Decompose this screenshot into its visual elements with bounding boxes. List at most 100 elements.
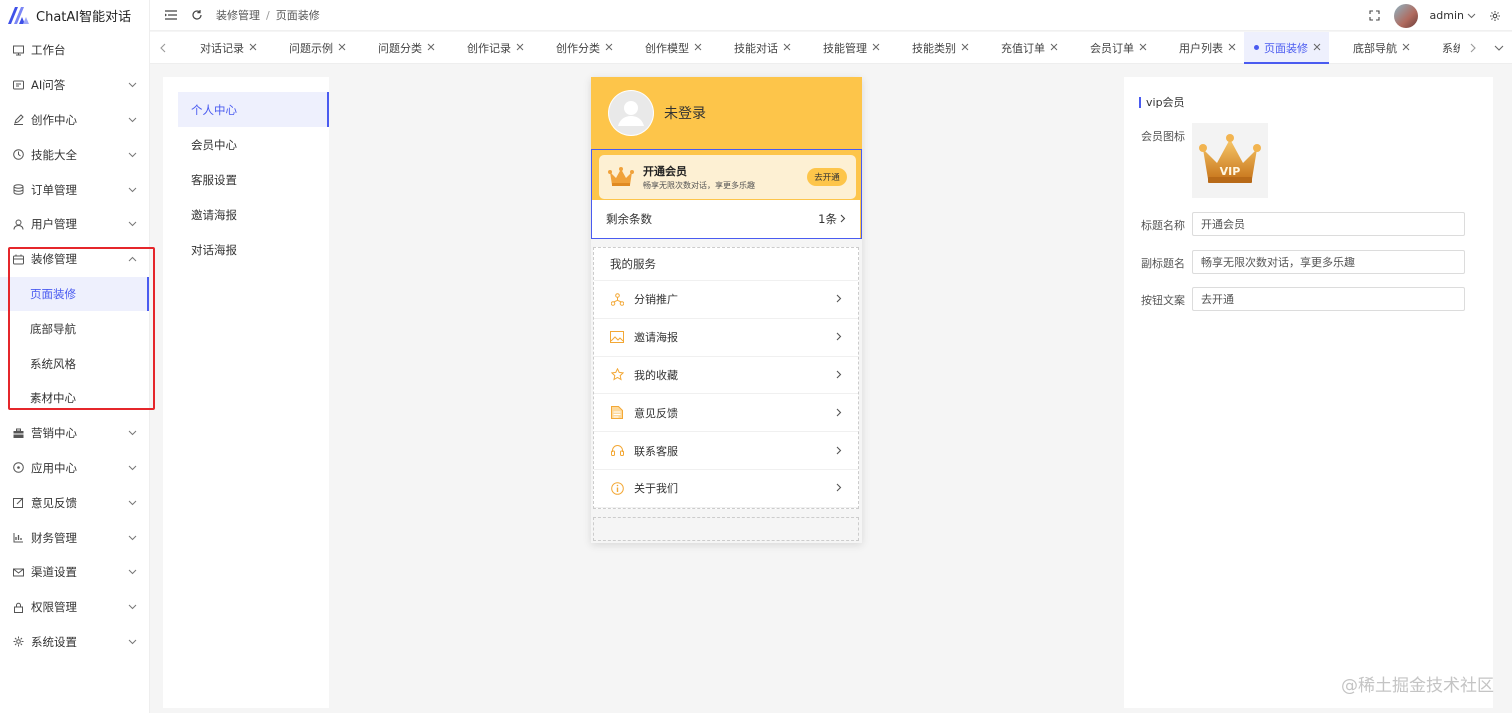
close-icon[interactable] bbox=[961, 41, 969, 54]
tab[interactable]: 创作分类 bbox=[532, 32, 621, 64]
tab[interactable]: 底部导航 bbox=[1329, 32, 1418, 64]
breadcrumb-item[interactable]: 装修管理 bbox=[216, 7, 260, 23]
sidebar-subitem[interactable]: 底部导航 bbox=[0, 311, 149, 346]
remaining-count-label: 剩余条数 bbox=[606, 212, 652, 226]
close-icon[interactable] bbox=[516, 41, 524, 54]
service-item[interactable]: 意见反馈 bbox=[594, 394, 858, 433]
sidebar-item-label: 意见反馈 bbox=[31, 495, 77, 510]
remaining-count-row[interactable]: 剩余条数 1条 bbox=[592, 200, 860, 238]
close-icon[interactable] bbox=[1050, 41, 1058, 54]
close-icon[interactable] bbox=[872, 41, 880, 54]
chevron-down-icon bbox=[127, 463, 137, 473]
finance-icon bbox=[12, 532, 24, 544]
monitor-icon bbox=[12, 44, 24, 56]
tab[interactable]: 技能类别 bbox=[888, 32, 977, 64]
tab[interactable]: 页面装修 bbox=[1244, 31, 1329, 64]
tab[interactable]: 问题分类 bbox=[354, 32, 443, 64]
phone-header[interactable]: 未登录 bbox=[591, 77, 862, 149]
services-title: 我的服务 bbox=[594, 248, 858, 281]
close-icon[interactable] bbox=[694, 41, 702, 54]
tab[interactable]: 充值订单 bbox=[977, 32, 1066, 64]
sidebar-item[interactable]: 渠道设置 bbox=[0, 555, 149, 590]
tab[interactable]: 创作记录 bbox=[443, 32, 532, 64]
phone-bottom-slot[interactable] bbox=[593, 517, 859, 541]
sidebar-item[interactable]: 意见反馈 bbox=[0, 485, 149, 520]
service-label: 关于我们 bbox=[634, 482, 678, 496]
sidebar-item-label: 应用中心 bbox=[31, 460, 77, 475]
chevron-down-icon bbox=[127, 567, 137, 577]
star-icon bbox=[610, 368, 624, 382]
service-item[interactable]: 关于我们 bbox=[594, 470, 858, 508]
page-list-item[interactable]: 会员中心 bbox=[163, 127, 329, 162]
vip-card[interactable]: 开通会员 畅享无限次数对话，享更多乐趣 去开通 bbox=[599, 155, 856, 199]
tab[interactable]: 问题示例 bbox=[265, 32, 354, 64]
fullscreen-icon[interactable] bbox=[1368, 9, 1382, 23]
service-item[interactable]: 联系客服 bbox=[594, 432, 858, 470]
image-icon bbox=[610, 330, 624, 344]
gear-icon[interactable] bbox=[1488, 9, 1502, 23]
sidebar-item[interactable]: 权限管理 bbox=[0, 590, 149, 625]
sidebar-subitem[interactable]: 素材中心 bbox=[0, 381, 149, 416]
sidebar-item[interactable]: AI问答 bbox=[0, 68, 149, 103]
tab[interactable]: 创作模型 bbox=[621, 32, 710, 64]
sidebar-item[interactable]: 创作中心 bbox=[0, 103, 149, 138]
login-text[interactable]: 未登录 bbox=[664, 103, 706, 123]
page-list-item[interactable]: 个人中心 bbox=[178, 92, 329, 127]
active-dot bbox=[1254, 45, 1259, 50]
refresh-icon[interactable] bbox=[190, 8, 204, 22]
tab-label: 创作分类 bbox=[556, 41, 600, 55]
tabs-more-button[interactable] bbox=[1486, 32, 1512, 64]
vip-crown-icon: VIP bbox=[1199, 133, 1261, 183]
tab-label: 用户列表 bbox=[1179, 41, 1223, 55]
page-list-item[interactable]: 对话海报 bbox=[163, 232, 329, 267]
sidebar-item[interactable]: 订单管理 bbox=[0, 172, 149, 207]
subtitle-input[interactable] bbox=[1192, 250, 1465, 274]
tab[interactable]: 技能管理 bbox=[799, 32, 888, 64]
sidebar-item[interactable]: 技能大全 bbox=[0, 137, 149, 172]
tab[interactable]: 会员订单 bbox=[1066, 32, 1155, 64]
sidebar-item[interactable]: 营销中心 bbox=[0, 416, 149, 451]
close-icon[interactable] bbox=[1228, 41, 1236, 54]
close-icon[interactable] bbox=[1139, 41, 1147, 54]
tab[interactable]: 对话记录 bbox=[176, 32, 265, 64]
lock-icon bbox=[12, 601, 24, 613]
service-item[interactable]: 我的收藏 bbox=[594, 357, 858, 395]
chevron-down-icon bbox=[127, 150, 137, 160]
sidebar-subitem[interactable]: 系统风格 bbox=[0, 346, 149, 381]
page-list-item[interactable]: 邀请海报 bbox=[163, 197, 329, 232]
vip-open-button[interactable]: 去开通 bbox=[807, 168, 847, 186]
sidebar-item[interactable]: 工作台 bbox=[0, 33, 149, 68]
close-icon[interactable] bbox=[783, 41, 791, 54]
tab[interactable]: 系统风格 bbox=[1418, 32, 1460, 64]
close-icon[interactable] bbox=[605, 41, 613, 54]
close-icon[interactable] bbox=[1313, 41, 1321, 54]
sidebar-item[interactable]: 系统设置 bbox=[0, 625, 149, 660]
page-list-item[interactable]: 客服设置 bbox=[163, 162, 329, 197]
button-text-input[interactable] bbox=[1192, 287, 1465, 311]
vip-section[interactable]: 开通会员 畅享无限次数对话，享更多乐趣 去开通 剩余条数 1条 bbox=[591, 149, 862, 239]
sidebar-item[interactable]: 财务管理 bbox=[0, 520, 149, 555]
close-icon[interactable] bbox=[1402, 41, 1410, 54]
vip-icon-upload[interactable]: VIP bbox=[1192, 123, 1268, 198]
tabs-scroll-left-button[interactable] bbox=[150, 32, 176, 64]
close-icon[interactable] bbox=[427, 41, 435, 54]
close-icon[interactable] bbox=[338, 41, 346, 54]
close-icon[interactable] bbox=[249, 41, 257, 54]
user-menu[interactable]: admin bbox=[1430, 9, 1476, 22]
avatar[interactable] bbox=[1393, 3, 1418, 28]
title-input[interactable] bbox=[1192, 212, 1465, 236]
services-section[interactable]: 我的服务 分销推广 邀请海报 我的收藏 意见反馈 联系客服关于我们 bbox=[593, 247, 859, 509]
user-avatar-icon bbox=[608, 90, 654, 136]
service-item[interactable]: 分销推广 bbox=[594, 281, 858, 319]
service-item[interactable]: 邀请海报 bbox=[594, 319, 858, 357]
sidebar-menu: 工作台 AI问答 创作中心 技能大全 订单管理 用户管理 装修管理 页面装修 底部导航 系统风格素… bbox=[0, 33, 149, 659]
sidebar-subitem[interactable]: 页面装修 bbox=[0, 276, 149, 312]
menu-fold-icon[interactable] bbox=[164, 8, 178, 22]
tabs-scroll-right-button[interactable] bbox=[1460, 32, 1486, 64]
sidebar-item[interactable]: 装修管理 bbox=[0, 242, 149, 277]
sidebar-item[interactable]: 用户管理 bbox=[0, 207, 149, 242]
tab[interactable]: 技能对话 bbox=[710, 32, 799, 64]
tab[interactable]: 用户列表 bbox=[1155, 32, 1244, 64]
tab-label: 创作记录 bbox=[467, 41, 511, 55]
sidebar-item[interactable]: 应用中心 bbox=[0, 451, 149, 486]
